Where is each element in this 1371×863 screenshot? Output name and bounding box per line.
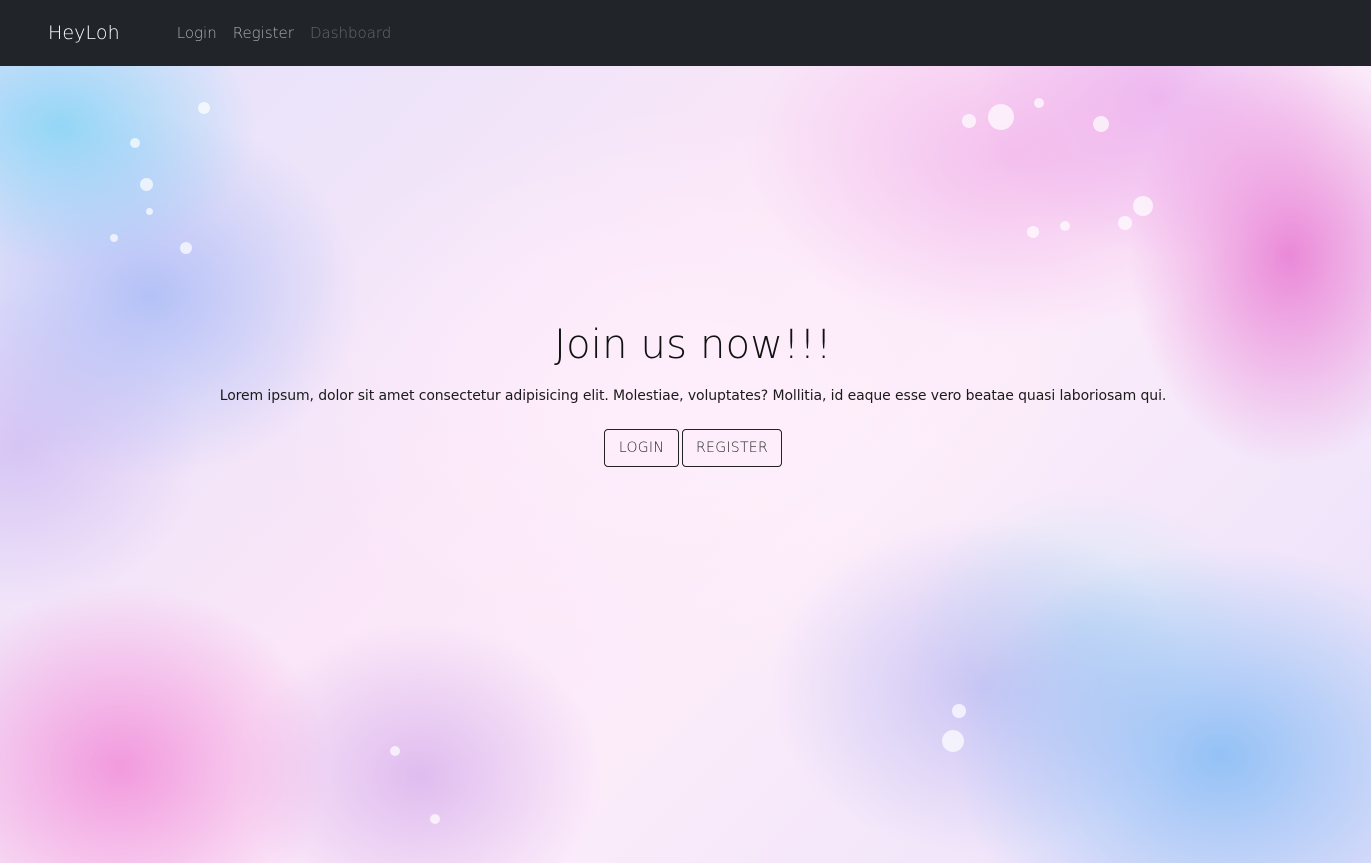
nav-link-register[interactable]: Register	[233, 24, 294, 42]
hero-button-group: LOGIN REGISTER	[0, 429, 1371, 467]
nav-link-login[interactable]: Login	[177, 24, 217, 42]
nav-link-dashboard: Dashboard	[309, 24, 392, 42]
paint-spot	[146, 208, 153, 215]
paint-spot	[1027, 226, 1039, 238]
login-button[interactable]: LOGIN	[604, 429, 679, 467]
paint-spot	[198, 102, 210, 114]
hero-title: Join us now!!!	[554, 322, 832, 368]
paint-spot	[130, 138, 140, 148]
paint-spot	[180, 242, 192, 254]
paint-spot	[988, 104, 1014, 130]
paint-spot	[110, 234, 118, 242]
register-button[interactable]: REGISTER	[682, 429, 782, 467]
paint-spot	[1093, 116, 1109, 132]
paint-spot	[952, 704, 966, 718]
nav-links: Login Register Dashboard	[177, 24, 408, 42]
hero-description: Lorem ipsum, dolor sit amet consectetur …	[219, 388, 1167, 404]
paint-spot	[942, 730, 964, 752]
top-navbar: HeyLoh Login Register Dashboard	[0, 0, 1371, 66]
paint-spot	[140, 178, 153, 191]
paint-spot	[1034, 98, 1044, 108]
hero-section: Join us now!!! Lorem ipsum, dolor sit am…	[0, 66, 1371, 863]
paint-spot	[390, 746, 400, 756]
paint-spot	[962, 114, 976, 128]
paint-spot	[1060, 221, 1070, 231]
brand-logo[interactable]: HeyLoh	[48, 22, 120, 44]
paint-spot	[1118, 216, 1132, 230]
paint-spot	[1133, 196, 1153, 216]
paint-spot	[430, 814, 440, 824]
